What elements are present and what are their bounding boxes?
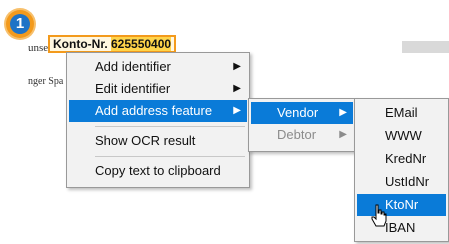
highlight-label: Konto-Nr. — [53, 37, 108, 51]
submenu-arrow-icon: ▶ — [233, 83, 241, 94]
menu-item-label: KtoNr — [385, 197, 419, 212]
document-text-fragment: nger Spa — [28, 76, 64, 87]
menu-item-show-ocr-result[interactable]: Show OCR result — [69, 130, 247, 152]
menu-item-label: WWW — [385, 128, 422, 143]
menu-item-debtor[interactable]: Debtor ▶ — [251, 124, 353, 146]
menu-item-email[interactable]: EMail — [357, 102, 446, 124]
menu-item-www[interactable]: WWW — [357, 125, 446, 147]
submenu-arrow-icon: ▶ — [339, 129, 347, 140]
menu-item-krednr[interactable]: KredNr — [357, 148, 446, 170]
step-number-badge: 1 — [6, 10, 34, 38]
menu-item-label: EMail — [385, 105, 418, 120]
highlight-value: 625550400 — [111, 37, 172, 51]
submenu-arrow-icon: ▶ — [233, 61, 241, 72]
address-feature-submenu: Vendor ▶ Debtor ▶ — [248, 98, 356, 152]
menu-separator — [95, 156, 245, 157]
menu-item-vendor[interactable]: Vendor ▶ — [251, 102, 353, 124]
step-number: 1 — [10, 14, 30, 34]
submenu-arrow-icon: ▶ — [339, 107, 347, 118]
menu-item-label: Add address feature — [95, 103, 213, 118]
menu-item-label: Show OCR result — [95, 133, 196, 148]
menu-item-label: Add identifier — [95, 59, 171, 74]
context-menu: Add identifier ▶ Edit identifier ▶ Add a… — [66, 52, 250, 188]
menu-item-label: IBAN — [385, 220, 416, 235]
menu-separator — [95, 126, 245, 127]
menu-item-label: Copy text to clipboard — [95, 163, 221, 178]
submenu-arrow-icon: ▶ — [233, 105, 241, 116]
menu-item-label: Debtor — [277, 127, 317, 142]
vendor-submenu: EMail WWW KredNr UstIdNr KtoNr IBAN — [354, 98, 449, 242]
menu-item-label: Vendor — [277, 105, 319, 120]
hand-cursor-icon — [371, 204, 387, 227]
selected-text-highlight[interactable]: Konto-Nr. 625550400 — [48, 35, 176, 53]
menu-item-label: UstIdNr — [385, 174, 430, 189]
menu-item-edit-identifier[interactable]: Edit identifier ▶ — [69, 78, 247, 100]
menu-item-add-identifier[interactable]: Add identifier ▶ — [69, 56, 247, 78]
menu-item-ustidnr[interactable]: UstIdNr — [357, 171, 446, 193]
menu-item-label: KredNr — [385, 151, 427, 166]
menu-item-add-address-feature[interactable]: Add address feature ▶ — [69, 100, 247, 122]
menu-item-copy-text[interactable]: Copy text to clipboard — [69, 160, 247, 182]
menu-item-label: Edit identifier — [95, 81, 171, 96]
document-shading — [402, 41, 449, 53]
